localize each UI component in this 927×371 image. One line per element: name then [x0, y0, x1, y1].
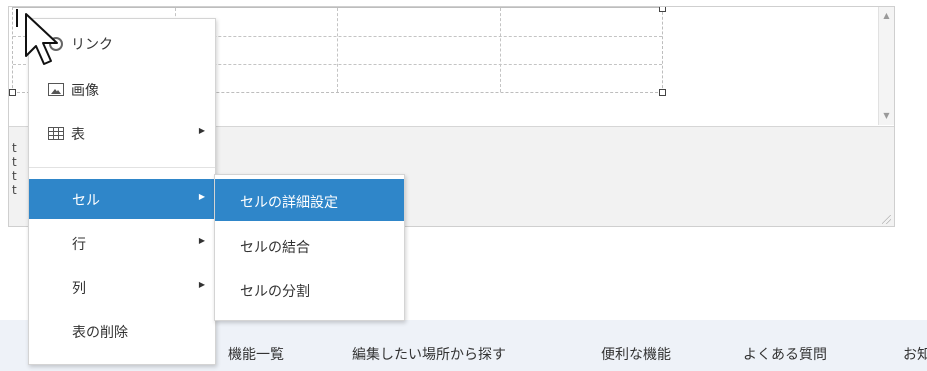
menu-item-image[interactable]: 画像 [29, 69, 215, 109]
nav-link-feature-list[interactable]: 機能一覧 [228, 344, 284, 364]
text-caret [16, 9, 18, 27]
nav-link-useful-features[interactable]: 便利な機能 [601, 344, 671, 364]
context-menu: リンク 画像 表 ▶ セル ▶ 行 ▶ 列 ▶ 表の削除 [28, 18, 216, 365]
menu-item-row[interactable]: 行 ▶ [29, 223, 215, 263]
menu-item-label: 表 [71, 127, 85, 143]
image-icon [48, 83, 64, 96]
source-line: t [12, 155, 17, 169]
nav-link-faq[interactable]: よくある質問 [743, 344, 827, 364]
menu-item-table[interactable]: 表 ▶ [29, 113, 215, 153]
menu-item-cell[interactable]: セル ▶ [29, 179, 215, 219]
source-line: t [12, 141, 17, 155]
submenu-item-split-cell[interactable]: セルの分割 [215, 268, 404, 310]
menu-item-label: 行 [72, 237, 86, 253]
menu-item-label: セル [72, 193, 100, 209]
cell-submenu: セルの詳細設定 セルの結合 セルの分割 [214, 174, 405, 321]
menu-item-label: 画像 [71, 83, 99, 99]
submenu-arrow-icon: ▶ [198, 236, 205, 245]
resize-handle-bottom-left[interactable] [9, 89, 16, 96]
submenu-item-label: セルの分割 [240, 284, 310, 300]
submenu-arrow-icon: ▶ [198, 126, 205, 135]
submenu-item-cell-properties[interactable]: セルの詳細設定 [215, 179, 404, 221]
submenu-arrow-icon: ▶ [198, 280, 205, 289]
submenu-item-merge-cells[interactable]: セルの結合 [215, 224, 404, 266]
menu-item-label: 表の削除 [72, 325, 128, 341]
submenu-item-label: セルの詳細設定 [240, 195, 338, 211]
menu-item-label: 列 [72, 281, 86, 297]
resize-handle-top-right[interactable] [659, 7, 666, 12]
menu-separator [29, 167, 215, 168]
nav-link-notices[interactable]: お知 [903, 344, 927, 364]
table-column-divider [337, 8, 338, 92]
mouse-pointer-icon [25, 13, 58, 65]
scroll-up-icon[interactable]: ▲ [879, 9, 894, 23]
menu-item-label: リンク [71, 37, 113, 53]
editor-resize-grip-icon[interactable] [882, 215, 891, 224]
menu-item-delete-table[interactable]: 表の削除 [29, 311, 215, 351]
source-line: t [12, 169, 17, 183]
source-lines: t t t t [12, 141, 17, 197]
source-line: t [12, 183, 17, 197]
scroll-down-icon[interactable]: ▼ [879, 109, 894, 123]
submenu-arrow-icon: ▶ [198, 192, 205, 201]
resize-handle-bottom-right[interactable] [659, 89, 666, 96]
menu-item-column[interactable]: 列 ▶ [29, 267, 215, 307]
table-icon [48, 127, 64, 140]
submenu-item-label: セルの結合 [240, 240, 310, 256]
editor-scrollbar[interactable]: ▲ ▼ [878, 7, 894, 125]
table-column-divider [500, 8, 501, 92]
nav-link-find-by-location[interactable]: 編集したい場所から探す [352, 344, 506, 364]
